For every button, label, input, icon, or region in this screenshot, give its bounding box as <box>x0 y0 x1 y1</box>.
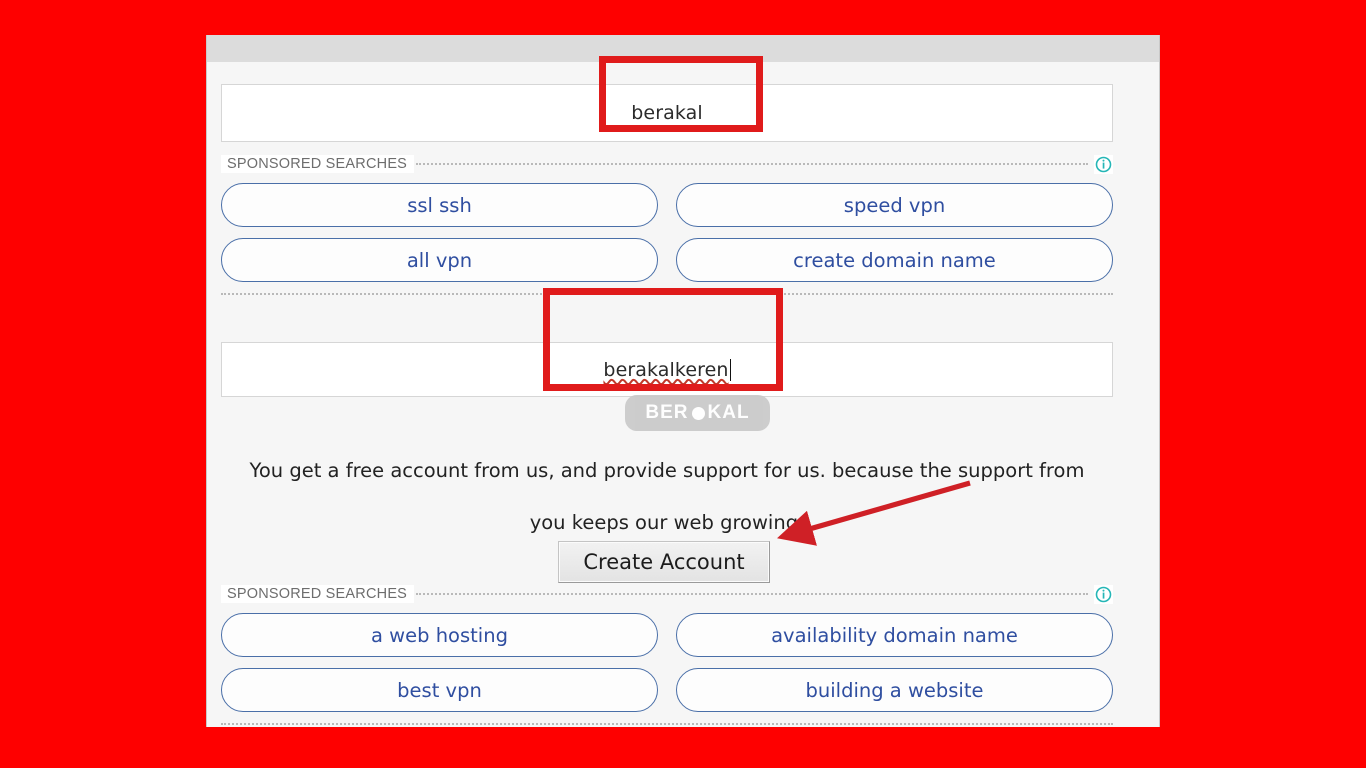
sponsored-label-bottom: SPONSORED SEARCHES <box>221 585 415 603</box>
sponsored-ads-grid-bottom: a web hosting availability domain name b… <box>221 613 1113 712</box>
promo-text: You get a free account from us, and prov… <box>221 445 1113 549</box>
username-input[interactable]: berakalkeren <box>221 342 1113 397</box>
ad-link[interactable]: speed vpn <box>676 183 1113 227</box>
watermark-text-right: KAL <box>707 402 750 423</box>
sponsored-divider-bottom <box>416 593 1088 595</box>
screenshot-root: berakal SPONSORED SEARCHES ssl ssh speed… <box>0 0 1366 768</box>
text-caret <box>729 358 731 381</box>
watermark-logo-icon <box>691 406 705 420</box>
watermark-text-left: BER <box>645 402 689 423</box>
ad-link[interactable]: ssl ssh <box>221 183 658 227</box>
promo-line-1: You get a free account from us, and prov… <box>249 459 1085 482</box>
sponsored-footer-divider-top <box>221 293 1113 295</box>
ad-link[interactable]: create domain name <box>676 238 1113 282</box>
info-icon[interactable] <box>1094 154 1113 174</box>
panel-body: berakal SPONSORED SEARCHES ssl ssh speed… <box>207 62 1159 727</box>
info-icon[interactable] <box>1094 584 1113 604</box>
sponsored-header-top: SPONSORED SEARCHES <box>221 154 1113 174</box>
sponsored-searches-top: SPONSORED SEARCHES ssl ssh speed vpn all… <box>221 154 1113 295</box>
ad-link[interactable]: best vpn <box>221 668 658 712</box>
username-input-value: berakalkeren <box>603 358 729 381</box>
ad-link[interactable]: building a website <box>676 668 1113 712</box>
sponsored-ads-grid-top: ssl ssh speed vpn all vpn create domain … <box>221 183 1113 282</box>
sponsored-header-bottom: SPONSORED SEARCHES <box>221 584 1113 604</box>
search-input-top-value: berakal <box>631 102 703 124</box>
watermark-berakal: BER KAL <box>625 395 770 431</box>
ad-link[interactable]: all vpn <box>221 238 658 282</box>
ad-link[interactable]: a web hosting <box>221 613 658 657</box>
content-panel: berakal SPONSORED SEARCHES ssl ssh speed… <box>206 35 1160 727</box>
sponsored-searches-bottom: SPONSORED SEARCHES a web hosting availab… <box>221 584 1113 725</box>
sponsored-footer-divider-bottom <box>221 723 1113 725</box>
ad-link[interactable]: availability domain name <box>676 613 1113 657</box>
sponsored-divider-top <box>416 163 1088 165</box>
create-account-button[interactable]: Create Account <box>558 541 770 583</box>
search-input-top[interactable]: berakal <box>221 84 1113 142</box>
sponsored-label-top: SPONSORED SEARCHES <box>221 155 415 173</box>
